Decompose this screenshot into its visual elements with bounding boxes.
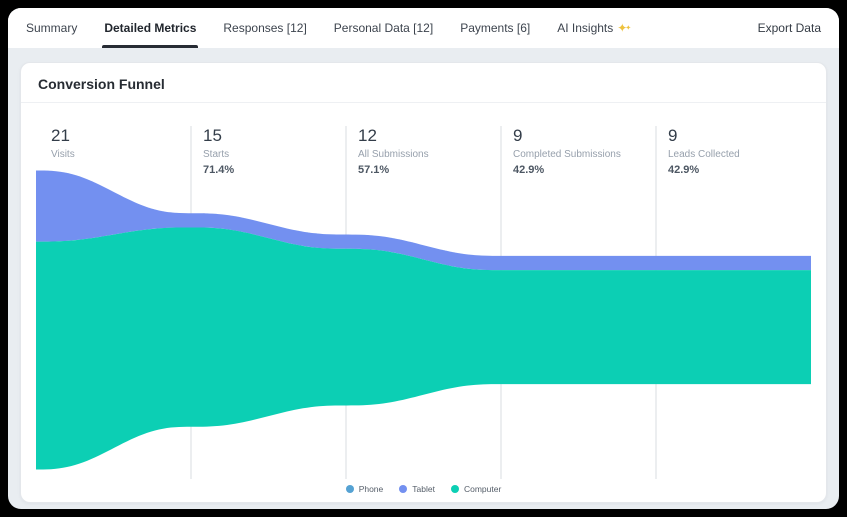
legend-dot-icon <box>345 485 354 493</box>
conversion-funnel-card: Conversion Funnel 21 Visits 15 Starts 71… <box>20 62 827 503</box>
tab-summary[interactable]: Summary <box>26 8 77 48</box>
stage-value: 12 <box>358 126 377 145</box>
tab-responses[interactable]: Responses [12] <box>223 8 306 48</box>
stage-name: Completed Submissions <box>513 148 621 160</box>
stage-name: Visits <box>51 148 75 160</box>
stage-name: Leads Collected <box>668 148 740 160</box>
stage-name: Starts <box>203 148 230 160</box>
stage-value: 9 <box>668 126 678 145</box>
stage-percent: 57.1% <box>358 163 390 176</box>
tab-payments[interactable]: Payments [6] <box>460 8 530 48</box>
stage-value: 9 <box>513 126 523 145</box>
stage-label-all-submissions: 12 All Submissions 57.1% <box>358 126 429 176</box>
legend-item-tablet[interactable]: Tablet <box>399 484 435 494</box>
legend-item-phone[interactable]: Phone <box>345 484 384 494</box>
stage-percent: 71.4% <box>203 163 235 176</box>
export-data-button[interactable]: Export Data <box>758 21 821 35</box>
stage-value: 15 <box>203 126 222 145</box>
card-divider <box>21 102 826 103</box>
stage-name: All Submissions <box>358 148 429 160</box>
legend-dot-icon <box>450 485 459 493</box>
stage-label-completed-submissions: 9 Completed Submissions 42.9% <box>513 126 621 176</box>
legend-label: Phone <box>358 484 384 494</box>
tab-personal-data[interactable]: Personal Data [12] <box>334 8 433 48</box>
legend-dot-icon <box>399 485 408 493</box>
legend-label: Computer <box>463 484 502 494</box>
chart-legend: Phone Tablet Computer <box>21 484 826 494</box>
sparkle-small-icon: ✦ <box>625 25 632 32</box>
stage-percent: 42.9% <box>668 163 700 176</box>
app-window: Summary Detailed Metrics Responses [12] … <box>8 8 839 509</box>
legend-item-computer[interactable]: Computer <box>450 484 502 494</box>
tab-bar: Summary Detailed Metrics Responses [12] … <box>8 8 839 48</box>
tab-ai-insights[interactable]: AI Insights ✦ ✦ <box>557 8 631 48</box>
legend-label: Tablet <box>412 484 435 494</box>
stage-label-starts: 15 Starts 71.4% <box>203 126 235 176</box>
card-title: Conversion Funnel <box>38 76 165 92</box>
stage-label-leads-collected: 9 Leads Collected 42.9% <box>668 126 740 176</box>
tab-ai-insights-label: AI Insights <box>557 21 614 35</box>
stage-percent: 42.9% <box>513 163 545 176</box>
stage-label-visits: 21 Visits <box>51 126 75 160</box>
tab-detailed-metrics[interactable]: Detailed Metrics <box>102 8 199 48</box>
stage-value: 21 <box>51 126 70 145</box>
